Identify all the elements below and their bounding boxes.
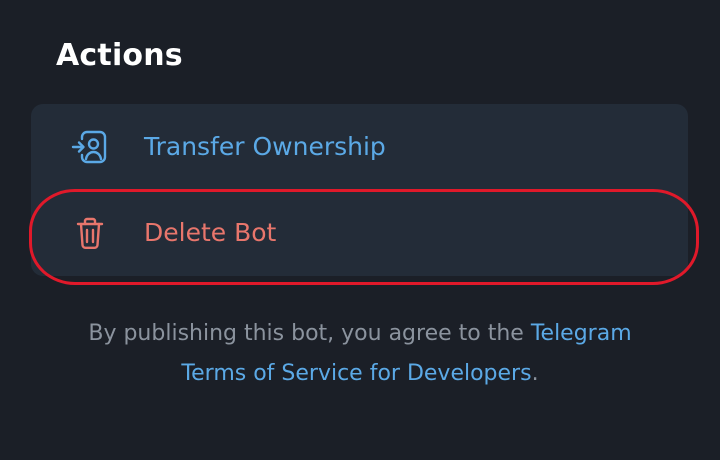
trash-icon	[71, 214, 109, 252]
transfer-ownership-button[interactable]: Transfer Ownership	[31, 104, 688, 190]
delete-bot-label: Delete Bot	[144, 218, 277, 247]
delete-bot-button[interactable]: Delete Bot	[31, 190, 688, 276]
publishing-notice: By publishing this bot, you agree to the…	[70, 314, 650, 394]
publishing-notice-suffix: .	[531, 361, 539, 386]
publishing-notice-text: By publishing this bot, you agree to the	[88, 321, 524, 346]
actions-card: Transfer Ownership Delete Bot	[31, 104, 688, 276]
transfer-user-icon	[71, 128, 109, 166]
actions-title: Actions	[56, 38, 183, 73]
transfer-ownership-label: Transfer Ownership	[144, 132, 386, 161]
